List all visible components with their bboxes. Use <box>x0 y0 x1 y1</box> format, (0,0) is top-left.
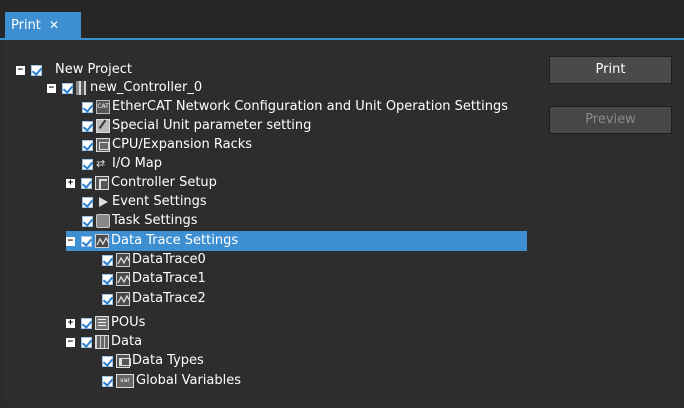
tree-item-label: Task Settings <box>112 213 198 228</box>
collapse-icon[interactable]: − <box>16 65 25 75</box>
tree-item-new-project[interactable]: − New Project <box>16 60 132 80</box>
checkbox-event-settings[interactable] <box>82 196 93 208</box>
checkbox-controller-setup[interactable] <box>81 177 92 189</box>
expand-icon[interactable]: + <box>66 178 75 188</box>
tree-item-ethercat[interactable]: CAT EtherCAT Network Configuration and U… <box>82 97 508 117</box>
tree-item-event-settings[interactable]: Event Settings <box>82 192 207 212</box>
tree-item-label: Special Unit parameter setting <box>112 118 312 133</box>
checkbox-data-types[interactable] <box>102 355 113 367</box>
data-trace-icon <box>95 234 110 248</box>
checkbox-cpu-racks[interactable] <box>82 139 93 151</box>
controller-setup-icon <box>95 176 109 190</box>
tree-item-label: Event Settings <box>112 194 207 209</box>
close-icon[interactable]: ✕ <box>49 18 59 32</box>
tree-item-datatrace1[interactable]: DataTrace1 <box>102 269 206 289</box>
checkbox-ethercat[interactable] <box>82 101 93 113</box>
tree-item-label: I/O Map <box>112 156 163 171</box>
tree-item-label: Data Trace Settings <box>111 233 239 248</box>
tree-item-datatrace0[interactable]: DataTrace0 <box>102 250 206 270</box>
tree-item-data[interactable]: − Data <box>66 332 142 352</box>
preview-button[interactable]: Preview <box>549 106 672 134</box>
controller-icon <box>76 81 88 95</box>
data-trace-icon <box>116 272 131 286</box>
checkbox-task-settings[interactable] <box>82 215 93 227</box>
special-unit-icon <box>96 119 110 133</box>
collapse-icon[interactable]: − <box>66 236 75 246</box>
checkbox-special-unit[interactable] <box>82 120 93 132</box>
tree-item-cpu-racks[interactable]: CPU/Expansion Racks <box>82 135 252 155</box>
tree-item-label: CPU/Expansion Racks <box>112 137 253 152</box>
checkbox-datatrace2[interactable] <box>102 293 113 305</box>
checkbox-pous[interactable] <box>81 317 92 329</box>
tree-item-label: Controller Setup <box>111 175 217 190</box>
data-types-icon <box>116 354 131 368</box>
checkbox-data[interactable] <box>81 336 92 348</box>
tab-title: Print <box>11 18 41 33</box>
tree-item-label: EtherCAT Network Configuration and Unit … <box>112 99 508 114</box>
expand-icon[interactable]: + <box>66 318 75 328</box>
ethercat-icon: CAT <box>96 100 110 114</box>
variable-icon: var <box>116 374 134 388</box>
tree-item-data-types[interactable]: Data Types <box>102 351 204 371</box>
tree-item-label: Data <box>111 334 143 349</box>
io-map-icon: ⇄ <box>96 157 106 170</box>
tab-print[interactable]: Print ✕ <box>5 12 81 38</box>
tree-item-special-unit[interactable]: Special Unit parameter setting <box>82 116 311 136</box>
tree-item-io-map[interactable]: ⇄ I/O Map <box>82 154 162 174</box>
event-icon <box>96 195 110 209</box>
tree-item-data-trace-settings[interactable]: − Data Trace Settings <box>66 231 527 251</box>
task-icon <box>96 214 110 228</box>
data-trace-icon <box>116 253 131 267</box>
data-table-icon <box>95 335 109 349</box>
checkbox-datatrace1[interactable] <box>102 273 113 285</box>
tree-item-task-settings[interactable]: Task Settings <box>82 211 198 231</box>
tree-item-label: New Project <box>55 62 132 77</box>
checkbox-new-project[interactable] <box>31 64 42 76</box>
print-panel: − New Project − new_Controller_0 CAT Eth… <box>4 40 680 404</box>
tree-item-label: DataTrace2 <box>132 291 206 306</box>
tree-item-datatrace2[interactable]: DataTrace2 <box>102 289 206 309</box>
checkbox-data-trace-settings[interactable] <box>81 235 92 247</box>
checkbox-datatrace0[interactable] <box>102 254 113 266</box>
tree-item-label: Global Variables <box>136 373 242 388</box>
tab-bar: Print ✕ <box>0 0 684 40</box>
checkbox-controller[interactable] <box>62 82 73 94</box>
collapse-icon[interactable]: − <box>66 337 75 347</box>
tree-item-label: new_Controller_0 <box>90 80 203 95</box>
cpu-rack-icon <box>96 138 110 152</box>
checkbox-global-variables[interactable] <box>102 375 113 387</box>
tree-item-label: DataTrace1 <box>132 271 206 286</box>
collapse-icon[interactable]: − <box>47 83 56 93</box>
checkbox-io-map[interactable] <box>82 158 93 170</box>
pou-icon <box>95 316 109 330</box>
tree-item-controller[interactable]: − new_Controller_0 <box>47 78 202 98</box>
tree-item-label: POUs <box>111 315 146 330</box>
tree-item-controller-setup[interactable]: + Controller Setup <box>66 173 217 193</box>
tree-item-pous[interactable]: + POUs <box>66 313 145 333</box>
print-button[interactable]: Print <box>549 56 672 84</box>
tree-item-label: Data Types <box>132 353 204 368</box>
data-trace-icon <box>116 292 131 306</box>
tree-item-global-variables[interactable]: var Global Variables <box>102 371 241 391</box>
tree-item-label: DataTrace0 <box>132 252 206 267</box>
